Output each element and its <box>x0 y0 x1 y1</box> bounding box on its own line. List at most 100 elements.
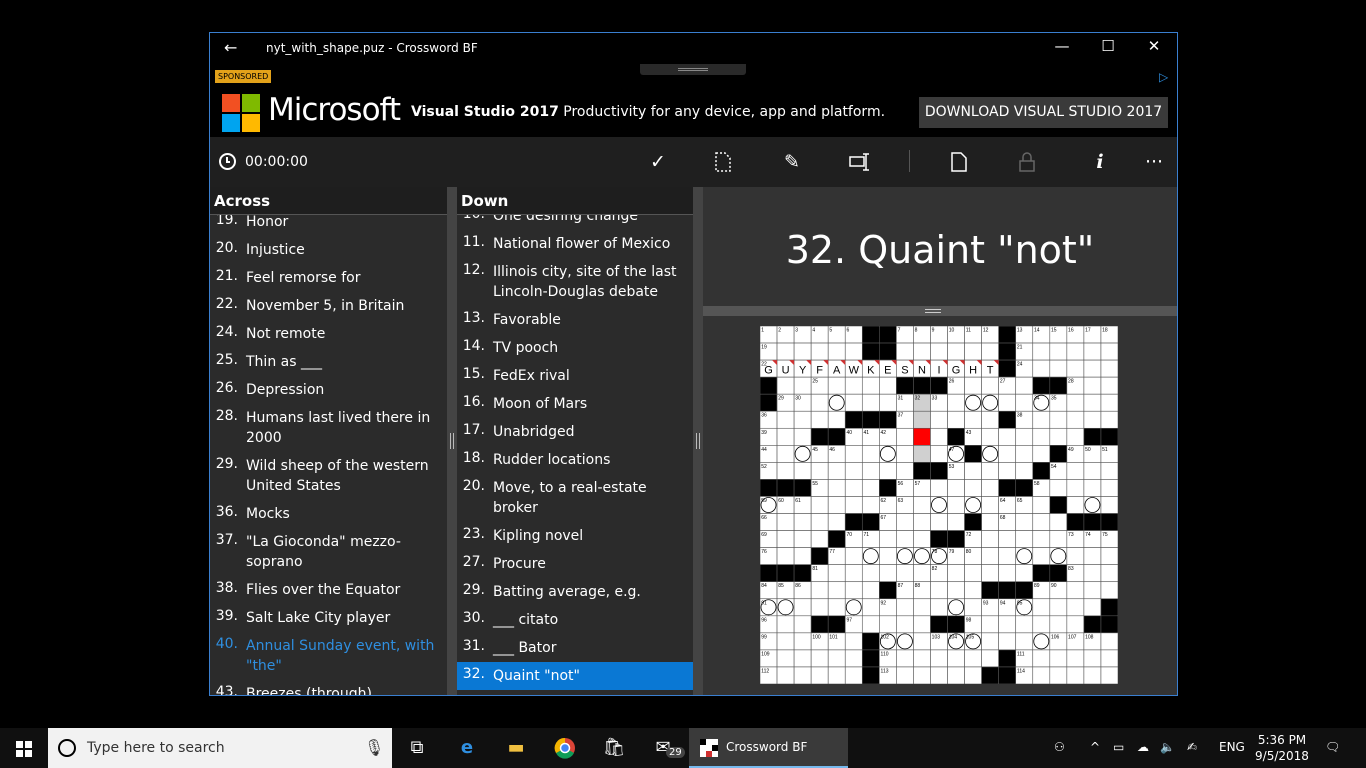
grid-cell[interactable] <box>1100 632 1118 651</box>
grid-cell[interactable] <box>1049 342 1068 361</box>
grid-cell[interactable] <box>810 410 829 429</box>
ad-download-button[interactable]: DOWNLOAD VISUAL STUDIO 2017 <box>919 97 1168 128</box>
grid-cell[interactable] <box>998 427 1017 446</box>
grid-cell[interactable] <box>827 410 846 429</box>
grid-cell[interactable] <box>947 513 965 531</box>
grid-cell[interactable] <box>1032 513 1051 531</box>
grid-cell[interactable] <box>793 410 812 429</box>
grid-cell[interactable] <box>810 513 829 531</box>
clue-item[interactable]: 16. Moon of Mars <box>457 390 693 418</box>
grid-cell[interactable] <box>913 513 931 531</box>
grid-cell[interactable] <box>1066 410 1085 429</box>
grid-cell[interactable] <box>930 581 948 600</box>
grid-cell[interactable] <box>1066 547 1085 565</box>
system-clock[interactable]: 5:36 PM 9/5/2018 <box>1252 732 1312 764</box>
grid-cell[interactable] <box>947 598 965 617</box>
grid-cell[interactable] <box>1066 342 1085 361</box>
grid-cell[interactable] <box>981 393 999 412</box>
grid-cell[interactable] <box>930 410 948 429</box>
network-icon[interactable]: ▭ <box>1113 740 1124 754</box>
clue-item[interactable]: 18. Rudder locations <box>457 446 693 474</box>
grid-cell[interactable] <box>776 445 795 463</box>
grid-cell[interactable] <box>776 462 795 480</box>
grid-cell[interactable] <box>861 615 880 634</box>
title-bar[interactable]: ← nyt_with_shape.puz - Crossword BF — ☐ … <box>210 33 1177 64</box>
grid-cell[interactable] <box>998 462 1017 480</box>
grid-cell[interactable] <box>1066 649 1085 668</box>
grid-cell[interactable] <box>793 632 812 651</box>
grid-cell[interactable] <box>827 376 846 395</box>
grid-cell[interactable] <box>896 666 914 684</box>
grid-cell[interactable] <box>793 427 812 446</box>
page-icon[interactable] <box>945 149 973 175</box>
grid-cell[interactable] <box>913 342 931 361</box>
grid-cell[interactable] <box>1049 666 1068 684</box>
clue-item[interactable]: 25. Thin as ___ <box>210 348 447 376</box>
grid-cell[interactable] <box>947 564 965 583</box>
grid-cell[interactable] <box>1100 376 1118 395</box>
grid-cell[interactable] <box>896 598 914 617</box>
clue-item[interactable]: 40. Annual Sunday event, with "the" <box>210 632 447 680</box>
grid-cell[interactable] <box>1083 342 1102 361</box>
grid-cell[interactable] <box>776 615 795 634</box>
grid-cell[interactable] <box>1032 342 1051 361</box>
grid-cell[interactable] <box>861 547 880 565</box>
left-splitter[interactable] <box>447 187 457 695</box>
grid-cell[interactable] <box>964 462 982 480</box>
grid-cell[interactable] <box>827 342 846 361</box>
grid-cell[interactable] <box>827 564 846 583</box>
grid-cell[interactable] <box>896 427 914 446</box>
task-view-icon[interactable]: ⧉ <box>402 734 432 762</box>
grid-cell[interactable] <box>964 581 982 600</box>
clue-item[interactable]: 29. Batting average, e.g. <box>457 578 693 606</box>
grid-cell[interactable] <box>981 342 999 361</box>
grid-cell[interactable] <box>1100 581 1118 600</box>
grid-cell[interactable] <box>1100 359 1118 378</box>
grid-cell[interactable] <box>810 342 829 361</box>
grid-cell[interactable] <box>776 427 795 446</box>
clue-item[interactable]: 21. Feel remorse for <box>210 264 447 292</box>
grid-cell[interactable] <box>896 342 914 361</box>
grid-cell[interactable] <box>981 615 999 634</box>
grid-cell[interactable] <box>793 666 812 684</box>
grid-cell[interactable] <box>810 649 829 668</box>
grid-cell[interactable] <box>879 445 897 463</box>
grid-cell[interactable] <box>827 598 846 617</box>
grid-cell[interactable] <box>1049 530 1068 548</box>
grid-cell[interactable] <box>793 342 812 361</box>
info-icon[interactable]: i <box>1086 149 1114 175</box>
clue-item[interactable]: 14. TV pooch <box>457 334 693 362</box>
grid-cell[interactable] <box>1066 427 1085 446</box>
grid-cell[interactable] <box>827 479 846 497</box>
pencil-icon[interactable]: ✎ <box>778 149 806 175</box>
ad-banner[interactable]: SPONSORED ▷ Microsoft Visual Studio 2017… <box>210 64 1177 137</box>
horizontal-splitter[interactable] <box>703 306 1177 316</box>
grid-cell[interactable] <box>861 462 880 480</box>
grid-cell[interactable] <box>861 496 880 514</box>
crossword-grid[interactable]: 1 2 3 4 5 6 7 8 9 10 11 12 13 14 15 16 17 1819 20 2122 2425 2… <box>760 326 1118 684</box>
volume-icon[interactable]: 🔈 <box>1160 740 1175 754</box>
clue-item[interactable]: 20. Injustice <box>210 236 447 264</box>
minimize-button[interactable]: — <box>1039 37 1085 61</box>
grid-cell[interactable] <box>776 598 795 617</box>
grid-cell[interactable] <box>981 410 999 429</box>
grid-cell[interactable] <box>913 410 931 429</box>
grid-cell[interactable] <box>810 666 829 684</box>
grid-cell[interactable] <box>844 547 863 565</box>
grid-cell[interactable] <box>1083 410 1102 429</box>
grid-cell[interactable] <box>844 564 863 583</box>
taskbar-crossword-app[interactable]: Crossword BF <box>689 728 848 768</box>
grid-cell[interactable] <box>981 564 999 583</box>
grid-cell[interactable] <box>913 649 931 668</box>
ad-collapse-handle[interactable] <box>640 64 746 75</box>
clue-item[interactable]: 28. Humans last lived there in 2000 <box>210 404 447 452</box>
pen-icon[interactable]: ✍ <box>1187 740 1197 754</box>
grid-cell[interactable] <box>810 581 829 600</box>
grid-cell[interactable] <box>844 376 863 395</box>
grid-cell[interactable] <box>879 564 897 583</box>
grid-cell[interactable] <box>1066 598 1085 617</box>
grid-cell[interactable] <box>776 632 795 651</box>
grid-cell[interactable] <box>981 632 999 651</box>
clue-item[interactable]: 39. Salt Lake City player <box>210 604 447 632</box>
clue-item[interactable]: 12. Illinois city, site of the last Linco… <box>457 258 693 306</box>
